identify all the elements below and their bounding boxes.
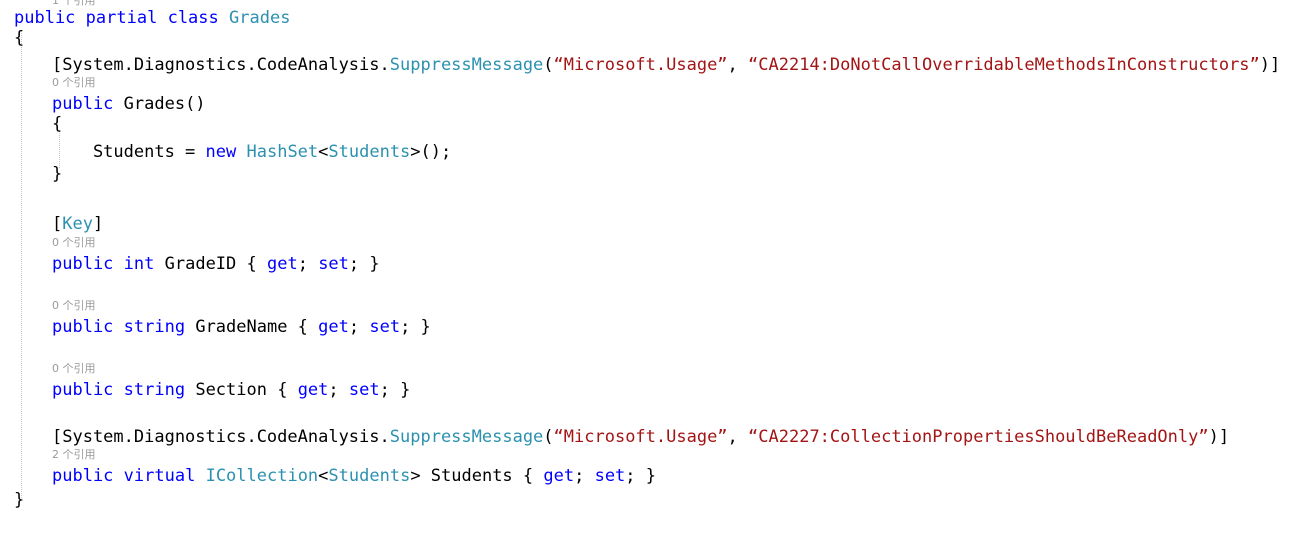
- line-attr-ca2214[interactable]: [System.Diagnostics.CodeAnalysis.Suppres…: [52, 55, 1280, 75]
- token-kw: set: [318, 254, 349, 274]
- token-punc: >();: [410, 142, 452, 162]
- token-kw: partial: [85, 8, 158, 28]
- line-prop-section[interactable]: public string Section { get; set; }: [52, 380, 410, 400]
- token-punc: ,: [727, 427, 749, 447]
- token-punc: ; }: [625, 466, 657, 486]
- token-typ: Students: [328, 466, 411, 486]
- token-kw: public: [52, 466, 114, 486]
- token-punc: ;: [574, 466, 595, 486]
- token-punc: )]: [1259, 55, 1281, 75]
- line-codelens-students[interactable]: 2 个引用: [52, 448, 96, 462]
- token-kw: public: [52, 94, 114, 114]
- token-kw: set: [369, 317, 401, 337]
- token-punc: }: [52, 164, 63, 184]
- token-str: “Microsoft.Usage”: [553, 55, 728, 75]
- token-kw: public: [52, 254, 114, 274]
- token-punc: ; }: [379, 380, 411, 400]
- token-typ: SuppressMessage: [389, 427, 544, 447]
- token-kw: set: [348, 380, 380, 400]
- token-kw: get: [266, 254, 298, 274]
- token-punc: ;: [348, 317, 370, 337]
- token-punc: [: [52, 214, 63, 234]
- token-punc: ,: [727, 55, 749, 75]
- token-plain: Grades(): [113, 94, 206, 114]
- line-attr-key[interactable]: [Key]: [52, 214, 103, 234]
- token-kw: class: [167, 8, 219, 28]
- token-kw: virtual: [123, 466, 196, 486]
- token-punc: }: [14, 490, 25, 510]
- token-typ: SuppressMessage: [389, 55, 544, 75]
- line-prop-gradename[interactable]: public string GradeName { get; set; }: [52, 317, 431, 337]
- line-codelens-section[interactable]: 0 个引用: [52, 362, 96, 376]
- token-str: “CA2214:DoNotCallOverridableMethodsInCon…: [748, 55, 1260, 75]
- line-ctor-open-brace[interactable]: {: [52, 114, 62, 134]
- token-punc: )]: [1208, 427, 1230, 447]
- token-punc: ; }: [400, 317, 431, 337]
- line-codelens-top[interactable]: 1 个引用: [52, 0, 96, 8]
- token-plain: [System.Diagnostics.CodeAnalysis.: [52, 55, 390, 75]
- line-attr-ca2227[interactable]: [System.Diagnostics.CodeAnalysis.Suppres…: [52, 427, 1229, 447]
- token-punc: {: [14, 28, 25, 48]
- token-plain: Section {: [185, 380, 298, 400]
- token-typ: Students: [328, 142, 411, 162]
- token-punc: ]: [92, 214, 104, 234]
- token-punc: (: [543, 427, 554, 447]
- token-kw: get: [297, 380, 329, 400]
- token-punc: (: [543, 55, 554, 75]
- token-typ: Grades: [229, 8, 291, 28]
- token-plain: > Students {: [410, 466, 544, 486]
- line-ctor-close-brace[interactable]: }: [52, 164, 62, 184]
- token-punc: ;: [328, 380, 349, 400]
- line-codelens-gradename[interactable]: 0 个引用: [52, 299, 96, 313]
- token-typ: Key: [62, 214, 93, 234]
- token-plain: GradeID {: [154, 254, 267, 274]
- token-kw: get: [318, 317, 349, 337]
- line-ctor-decl[interactable]: public Grades(): [52, 94, 206, 114]
- code-editor-surface[interactable]: 1 个引用 public partial class Grades{[System…: [0, 0, 1306, 549]
- token-kw: get: [543, 466, 575, 486]
- line-ctor-body[interactable]: Students = new HashSet<Students>();: [52, 142, 451, 162]
- token-plain: Students =: [52, 142, 206, 162]
- token-plain: [System.Diagnostics.CodeAnalysis.: [52, 427, 390, 447]
- token-punc: <: [318, 466, 329, 486]
- line-class-decl[interactable]: public partial class Grades: [14, 8, 290, 28]
- token-punc: ; }: [348, 254, 380, 274]
- token-kw: public: [52, 317, 114, 337]
- token-kw: string: [123, 317, 186, 337]
- token-kw: public: [14, 8, 76, 28]
- token-punc: {: [52, 114, 63, 134]
- line-prop-students[interactable]: public virtual ICollection<Students> Stu…: [52, 466, 656, 486]
- token-kw: string: [123, 380, 186, 400]
- line-codelens-ctor[interactable]: 0 个引用: [52, 76, 96, 90]
- line-prop-gradeid[interactable]: public int GradeID { get; set; }: [52, 254, 380, 274]
- token-kw: new: [205, 142, 237, 162]
- guide-class-body: [21, 30, 22, 498]
- token-str: “Microsoft.Usage”: [553, 427, 728, 447]
- token-kw: int: [123, 254, 155, 274]
- token-kw: set: [594, 466, 626, 486]
- token-str: “CA2227:CollectionPropertiesShouldBeRead…: [748, 427, 1209, 447]
- token-typ: HashSet: [246, 142, 319, 162]
- line-codelens-gradeid[interactable]: 0 个引用: [52, 236, 96, 250]
- token-punc: <: [318, 142, 329, 162]
- token-punc: ;: [297, 254, 319, 274]
- token-typ: ICollection: [205, 466, 319, 486]
- token-kw: public: [52, 380, 114, 400]
- line-class-open-brace[interactable]: {: [14, 28, 24, 48]
- token-plain: GradeName {: [185, 317, 319, 337]
- line-class-close-brace[interactable]: }: [14, 490, 24, 510]
